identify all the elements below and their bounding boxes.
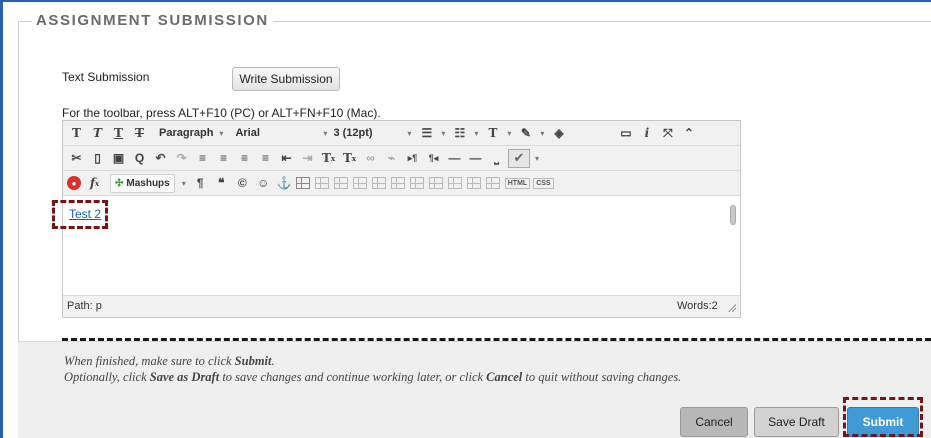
toolbar-hint: For the toolbar, press ALT+F10 (PC) or A… — [62, 106, 381, 120]
emoticon-icon[interactable]: ☺ — [254, 174, 273, 193]
size-select[interactable]: 3 (12pt) ▾ — [333, 124, 411, 143]
rtl-icon[interactable]: ¶◂ — [424, 149, 443, 168]
save-draft-button[interactable]: Save Draft — [754, 407, 839, 437]
format-select[interactable]: Paragraph ▾ — [159, 124, 223, 143]
align-left-icon[interactable]: ≡ — [193, 149, 212, 168]
dashed-divider — [62, 338, 931, 341]
editor-status-bar: Path: p Words:2 — [63, 295, 740, 317]
spellcheck-icon[interactable]: ✔ — [508, 148, 530, 168]
mashups-icon: ✣ — [115, 177, 124, 189]
anchor-icon[interactable]: ⚓ — [275, 174, 294, 193]
numbered-list-icon[interactable]: ☷ — [450, 124, 469, 143]
editor-toolbar-row-3: ● fx ✣ Mashups ▾ ¶ ❝ © ☺ ⚓ HTML CSS — [63, 171, 740, 196]
cut-icon[interactable]: ✂ — [67, 149, 86, 168]
link-icon[interactable]: ∞ — [361, 149, 380, 168]
instruction-line-1: When finished, make sure to click Submit… — [64, 354, 275, 368]
merge-cells-icon[interactable] — [485, 177, 500, 189]
eraser-icon[interactable]: ◈ — [549, 124, 568, 143]
underline-icon[interactable]: T — [109, 124, 128, 143]
subscript-icon[interactable]: Tx — [340, 149, 359, 168]
fullscreen-icon[interactable]: ⤧ — [658, 124, 677, 143]
redo-icon[interactable]: ↷ — [172, 149, 191, 168]
outdent-icon[interactable]: ⇤ — [277, 149, 296, 168]
find-icon[interactable]: Q — [130, 149, 149, 168]
insert-row-after-icon[interactable] — [371, 177, 386, 189]
collapse-icon[interactable]: ⌃ — [679, 124, 698, 143]
rich-text-editor: T T T T Paragraph ▾ Arial ▾ 3 (12pt) ▾ ☰ ▾ ☷… — [62, 120, 741, 318]
bullet-list-icon[interactable]: ☰ — [417, 124, 436, 143]
path-indicator: Path: p — [67, 300, 102, 312]
highlight-pen-icon[interactable]: ✎ — [516, 124, 535, 143]
superscript-icon[interactable]: Tx — [319, 149, 338, 168]
strikethrough-icon[interactable]: T — [130, 124, 149, 143]
insert-col-before-icon[interactable] — [409, 177, 424, 189]
html-button[interactable]: HTML — [504, 177, 531, 189]
ltr-icon[interactable]: ▸¶ — [403, 149, 422, 168]
horizontal-rule-icon[interactable]: — — [445, 149, 464, 168]
font-select[interactable]: Arial ▾ — [235, 124, 327, 143]
split-cells-icon[interactable] — [466, 177, 481, 189]
quote-icon[interactable]: ❝ — [212, 174, 231, 193]
editor-toolbar-row-1: T T T T Paragraph ▾ Arial ▾ 3 (12pt) ▾ ☰ ▾ ☷… — [63, 121, 740, 146]
cancel-button[interactable]: Cancel — [680, 407, 748, 437]
align-justify-icon[interactable]: ≡ — [256, 149, 275, 168]
chevron-down-icon[interactable]: ▾ — [438, 124, 448, 143]
highlight-box-submit — [843, 397, 923, 437]
chevron-down-icon[interactable]: ▾ — [504, 124, 514, 143]
chevron-down-icon[interactable]: ▾ — [537, 124, 547, 143]
delete-row-icon[interactable] — [390, 177, 405, 189]
math-function-icon[interactable]: fx — [85, 174, 104, 193]
table-icon[interactable] — [295, 177, 310, 189]
align-center-icon[interactable]: ≡ — [214, 149, 233, 168]
insert-col-after-icon[interactable] — [428, 177, 443, 189]
insert-line-icon[interactable]: — — [466, 149, 485, 168]
write-submission-button[interactable]: Write Submission — [232, 67, 340, 91]
delete-col-icon[interactable] — [447, 177, 462, 189]
undo-icon[interactable]: ↶ — [151, 149, 170, 168]
paragraph-icon[interactable]: ¶ — [191, 174, 210, 193]
editor-toolbar-row-2: ✂ ▯ ▣ Q ↶ ↷ ≡ ≡ ≡ ≡ ⇤ ⇥ Tx Tx ∞ ⌁ ▸¶ ¶◂ … — [63, 146, 740, 171]
chevron-down-icon[interactable]: ▾ — [179, 174, 189, 193]
info-icon[interactable]: i — [637, 124, 656, 143]
record-icon[interactable]: ● — [67, 176, 81, 190]
highlight-box-link — [52, 200, 108, 229]
css-button[interactable]: CSS — [533, 177, 554, 189]
unlink-icon[interactable]: ⌁ — [382, 149, 401, 168]
chevron-down-icon[interactable]: ▾ — [471, 124, 481, 143]
text-color-icon[interactable]: T — [483, 124, 502, 143]
word-count: Words:2 — [677, 300, 718, 312]
scrollbar-thumb[interactable] — [730, 205, 736, 225]
italic-icon[interactable]: T — [88, 124, 107, 143]
mashups-dropdown[interactable]: ✣ Mashups — [110, 173, 175, 193]
insert-row-before-icon[interactable] — [352, 177, 367, 189]
nonbreaking-space-icon[interactable]: ⎵ — [487, 149, 506, 168]
indent-icon[interactable]: ⇥ — [298, 149, 317, 168]
editor-content[interactable]: Test 2 — [63, 197, 740, 295]
fieldset-border-left — [18, 21, 19, 341]
preview-icon[interactable]: ▭ — [616, 124, 635, 143]
section-legend: ASSIGNMENT SUBMISSION — [32, 12, 273, 29]
text-submission-label: Text Submission — [62, 70, 150, 84]
instruction-line-2: Optionally, click Save as Draft to save … — [64, 370, 682, 384]
copyright-icon[interactable]: © — [233, 174, 252, 193]
resize-handle-icon[interactable] — [727, 303, 736, 312]
chevron-down-icon[interactable]: ▾ — [532, 149, 542, 168]
align-right-icon[interactable]: ≡ — [235, 149, 254, 168]
paste-icon[interactable]: ▣ — [109, 149, 128, 168]
table-cell-props-icon[interactable] — [333, 177, 348, 189]
table-row-props-icon[interactable] — [314, 177, 329, 189]
bold-t-icon[interactable]: T — [67, 124, 86, 143]
copy-icon[interactable]: ▯ — [88, 149, 107, 168]
